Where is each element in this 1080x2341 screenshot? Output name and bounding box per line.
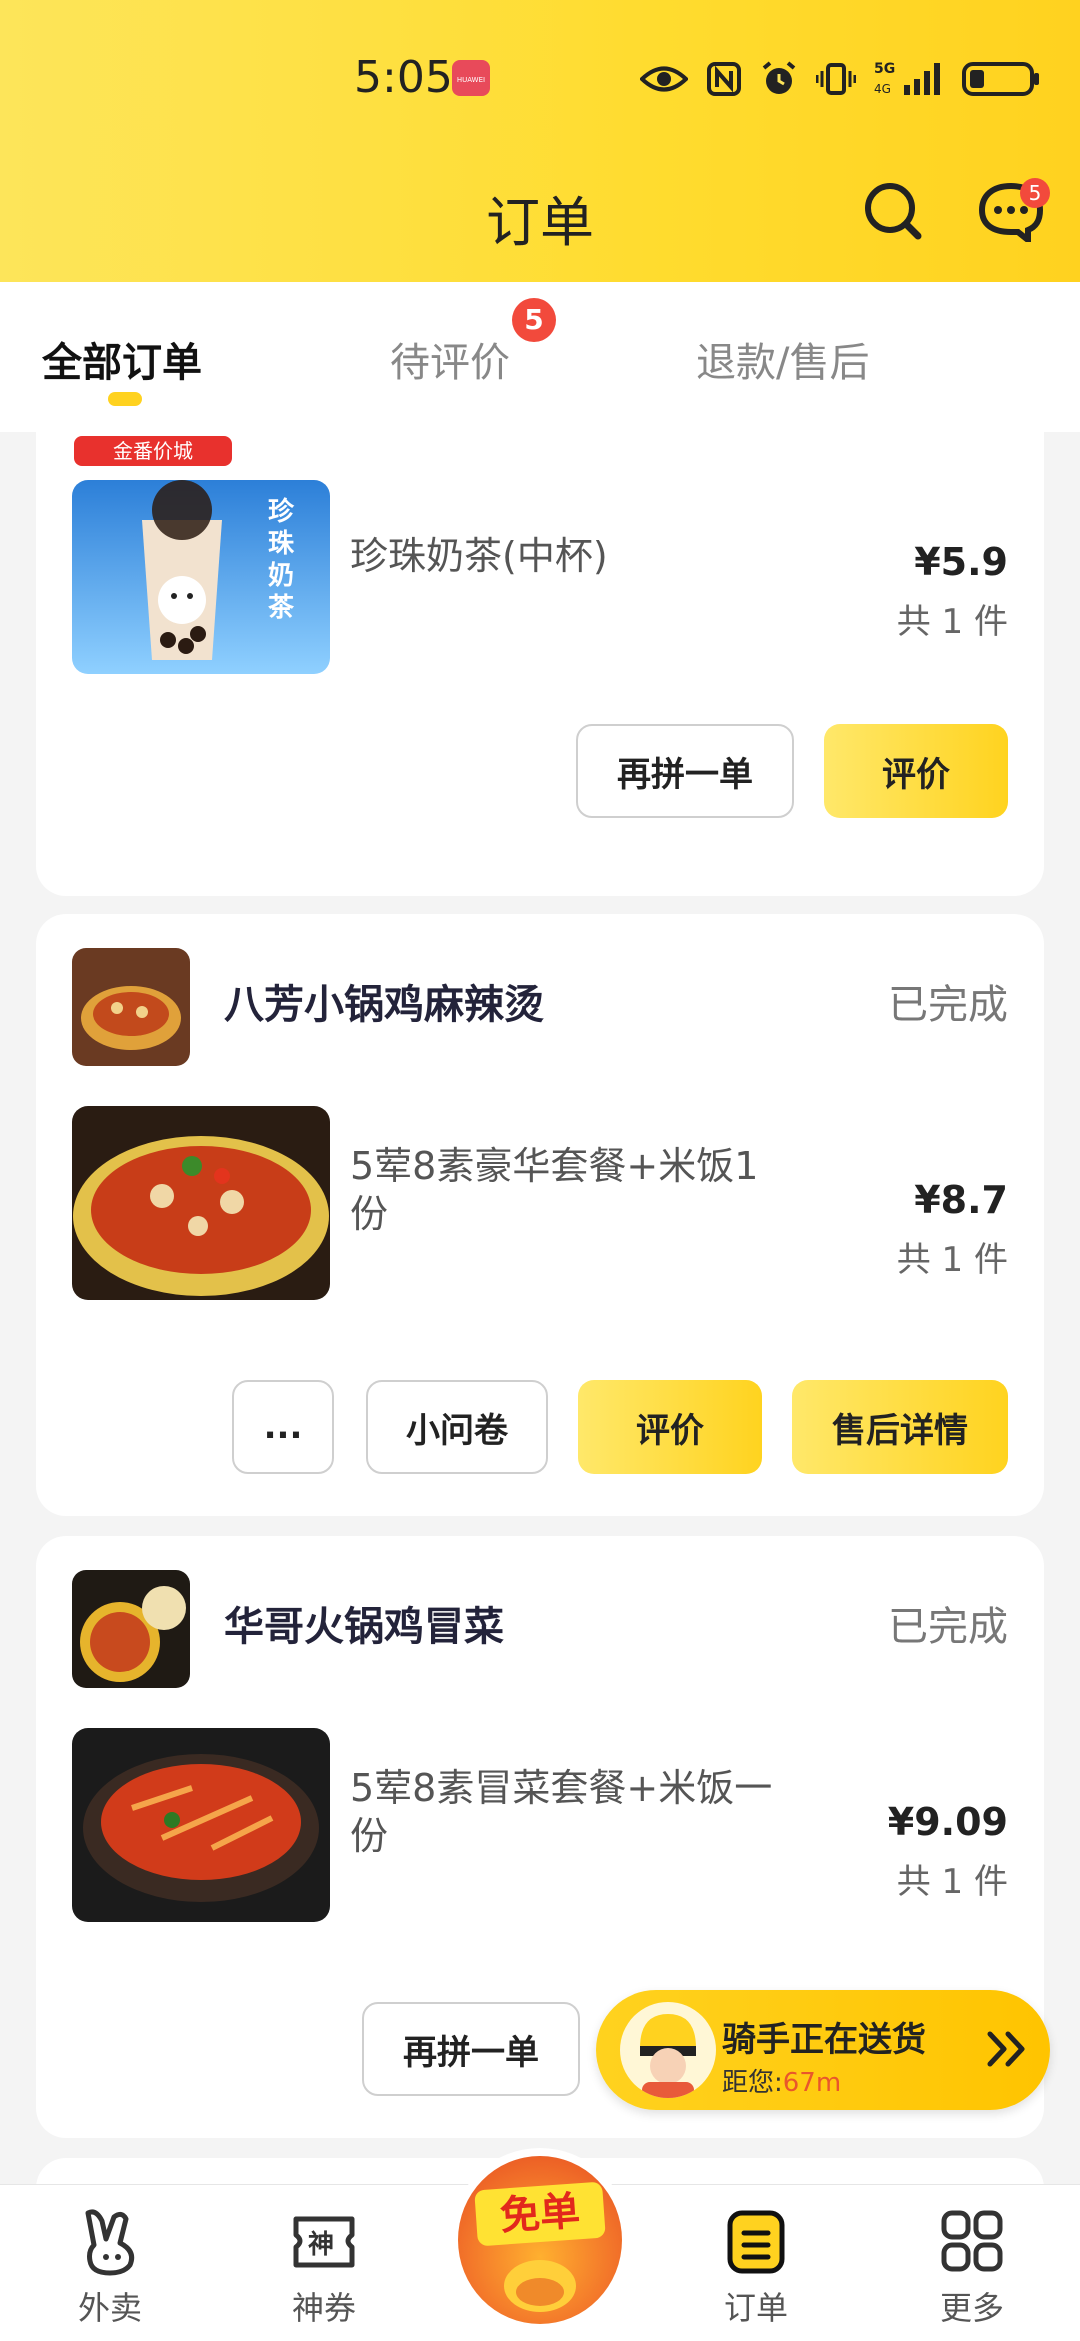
free-order-label: 免单 xyxy=(474,2181,606,2247)
nav-label: 神券 xyxy=(291,2289,356,2327)
tab-pending-review[interactable]: 待评价 xyxy=(390,330,510,388)
survey-button[interactable]: 小问卷 xyxy=(366,1380,548,1474)
more-options-button[interactable]: ... xyxy=(232,1380,334,1474)
tab-all-orders[interactable]: 全部订单 xyxy=(42,330,202,388)
rabbit-icon xyxy=(85,2209,135,2276)
nav-takeout[interactable]: 外卖 xyxy=(40,2205,180,2329)
grid-icon xyxy=(941,2210,1003,2272)
svg-text:奶: 奶 xyxy=(268,560,294,591)
after-sales-button[interactable]: 售后详情 xyxy=(792,1380,1008,1474)
shop-thumbnail[interactable] xyxy=(72,1570,190,1688)
reorder-button[interactable]: 再拼一单 xyxy=(362,2002,580,2096)
status-time: 5:05 xyxy=(354,52,453,103)
order-icon xyxy=(727,2210,785,2274)
order-status: 已完成 xyxy=(888,1604,1008,1650)
tab-refund[interactable]: 退款/售后 xyxy=(696,330,869,388)
review-button[interactable]: 评价 xyxy=(578,1380,762,1474)
item-price: ¥8.7 xyxy=(914,1178,1008,1222)
maocai-image[interactable] xyxy=(72,1728,330,1922)
nav-more[interactable]: 更多 xyxy=(902,2205,1042,2329)
nav-coupons[interactable]: 神 神券 xyxy=(254,2205,394,2329)
rider-distance: 距您:67m xyxy=(722,2062,841,2099)
rider-status: 骑手正在送货 xyxy=(722,2020,926,2060)
shop-badge: 金番价城 xyxy=(74,436,232,466)
svg-text:神: 神 xyxy=(308,2230,334,2260)
nav-orders[interactable]: 订单 xyxy=(686,2205,826,2329)
message-badge: 5 xyxy=(1020,178,1050,208)
shop-name[interactable]: 八芳小锅鸡麻辣烫 xyxy=(224,972,544,1030)
distance-value: 67m xyxy=(782,2068,842,2098)
coupon-icon: 神 xyxy=(293,2216,355,2268)
rider-delivery-banner[interactable]: 骑手正在送货 距您:67m xyxy=(596,1990,1050,2110)
order-card: 八芳小锅鸡麻辣烫 已完成 5荤8素豪华套餐+米饭1份 ¥8.7 共 1 件 ..… xyxy=(36,914,1044,1516)
item-name: 珍珠奶茶(中杯) xyxy=(350,534,608,578)
svg-text:珠: 珠 xyxy=(268,529,295,559)
nav-label: 外卖 xyxy=(77,2289,142,2327)
svg-text:珍: 珍 xyxy=(268,496,295,527)
order-tabs: 全部订单 待评价 5 退款/售后 xyxy=(0,282,1080,432)
malatang-image[interactable] xyxy=(72,1106,330,1300)
status-icons: 5G 4G xyxy=(640,54,1040,104)
item-price: ¥9.09 xyxy=(887,1800,1008,1844)
bubble-tea-image[interactable]: 珍 珠 奶 茶 xyxy=(72,480,330,674)
rider-avatar xyxy=(620,2002,716,2098)
item-count: 共 1 件 xyxy=(896,602,1008,642)
item-count: 共 1 件 xyxy=(896,1240,1008,1280)
nav-label: 订单 xyxy=(723,2289,788,2327)
eye-icon xyxy=(640,66,688,92)
header: 5:05 HUAWEI 5G 4G 订单 5 xyxy=(0,0,1080,282)
vibrate-icon xyxy=(816,63,856,95)
item-name: 5荤8素冒菜套餐+米饭一份 xyxy=(350,1766,773,1858)
item-count: 共 1 件 xyxy=(896,1862,1008,1902)
review-button[interactable]: 评价 xyxy=(824,724,1008,818)
order-status: 已完成 xyxy=(888,982,1008,1028)
search-icon[interactable] xyxy=(862,180,924,242)
nav-label: 更多 xyxy=(939,2289,1004,2327)
nfc-icon xyxy=(707,62,741,96)
svg-text:茶: 茶 xyxy=(268,593,295,623)
svg-text:4G: 4G xyxy=(874,82,891,96)
shop-thumbnail[interactable] xyxy=(72,948,190,1066)
huawei-app-icon: HUAWEI xyxy=(452,60,490,96)
order-card: 金番价城 珍 珠 奶 茶 珍珠奶茶(中杯) ¥5.9 共 1 件 再拼一单 评价 xyxy=(36,432,1044,896)
item-name: 5荤8素豪华套餐+米饭1份 xyxy=(350,1144,759,1236)
signal-5g-icon: 5G4G xyxy=(874,61,940,96)
network-5g-text: 5G xyxy=(874,61,895,77)
tab-active-indicator xyxy=(108,392,142,406)
battery-icon xyxy=(962,62,1039,96)
order-list[interactable]: 金番价城 珍 珠 奶 茶 珍珠奶茶(中杯) ¥5.9 共 1 件 再拼一单 评价 xyxy=(0,432,1080,2184)
item-price: ¥5.9 xyxy=(914,540,1008,584)
reorder-button[interactable]: 再拼一单 xyxy=(576,724,794,818)
pending-review-badge: 5 xyxy=(512,298,556,342)
shop-name[interactable]: 华哥火锅鸡冒菜 xyxy=(224,1594,504,1652)
double-chevron-right-icon xyxy=(987,2031,1025,2067)
alarm-icon xyxy=(762,61,796,94)
distance-label: 距您: xyxy=(722,2068,783,2098)
free-order-button[interactable]: 免单 xyxy=(458,2156,622,2324)
